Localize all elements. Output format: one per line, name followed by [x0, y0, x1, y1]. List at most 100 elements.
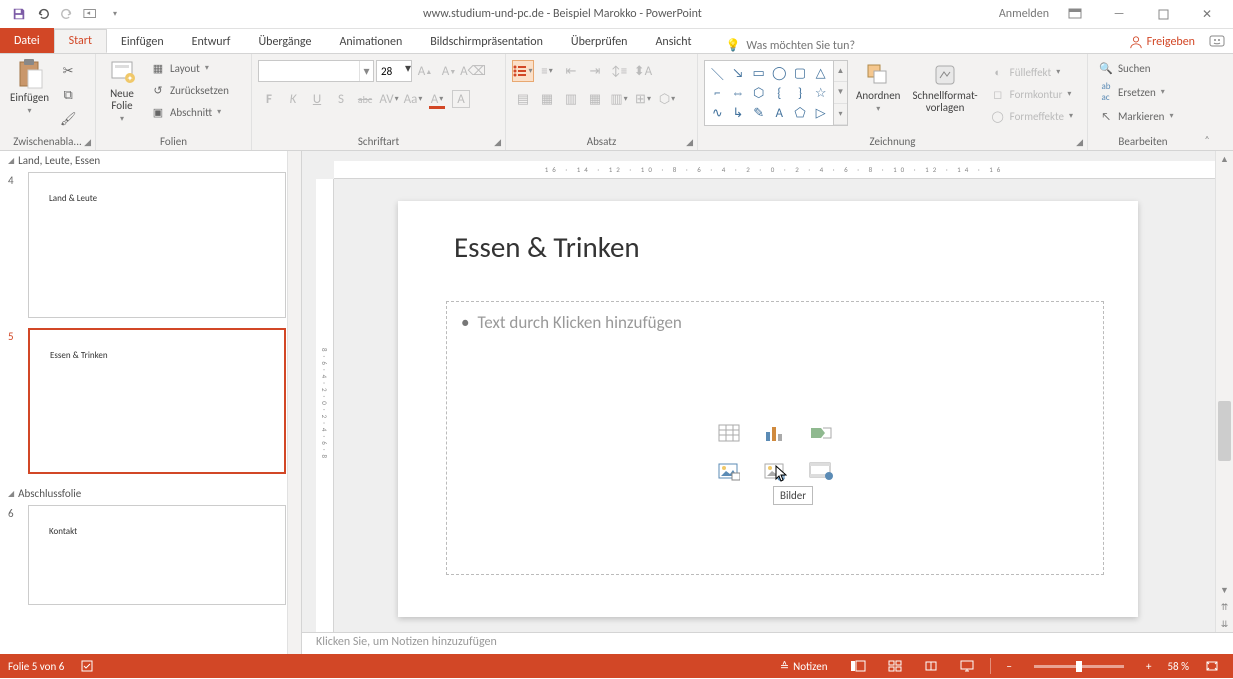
shape-star-icon[interactable]: ☆	[810, 83, 831, 103]
smartart-icon[interactable]: ⬡▾	[656, 88, 678, 110]
tab-home[interactable]: Start	[54, 29, 107, 53]
shape-effects-button[interactable]: ◯Formeffekte▾	[986, 106, 1077, 126]
tab-design[interactable]: Entwurf	[178, 31, 245, 53]
chevron-down-icon[interactable]: ▾	[359, 61, 373, 81]
tab-review[interactable]: Überprüfen	[557, 31, 642, 53]
tell-me-search[interactable]: 💡	[725, 38, 926, 53]
dialog-launcher-icon[interactable]: ◢	[494, 137, 501, 148]
shape-hexagon-icon[interactable]: ⬡	[748, 83, 769, 103]
italic-button[interactable]: K	[282, 88, 304, 110]
zoom-in-icon[interactable]: +	[1140, 660, 1157, 673]
undo-icon[interactable]	[32, 3, 54, 25]
fit-to-window-icon[interactable]	[1199, 660, 1225, 672]
next-slide-icon[interactable]: ⇊	[1216, 616, 1233, 632]
shape-doublearrow-icon[interactable]: ⇔	[728, 83, 749, 103]
decrease-font-icon[interactable]: A▼	[438, 60, 460, 82]
new-slide-button[interactable]: ✦ Neue Folie ▾	[102, 56, 142, 126]
paste-button[interactable]: Einfügen ▾	[6, 56, 53, 118]
slide-thumbnail-5[interactable]: Essen & Trinken	[28, 328, 286, 474]
insert-chart-icon[interactable]	[755, 417, 795, 449]
slide-thumbnail-4[interactable]: Land & Leute	[28, 172, 286, 318]
shape-roundrect-icon[interactable]: ▢	[790, 63, 811, 83]
tab-animations[interactable]: Animationen	[325, 31, 416, 53]
share-button[interactable]: Freigeben	[1129, 35, 1195, 49]
chevron-down-icon[interactable]: ▾	[405, 61, 411, 81]
panel-scrollbar[interactable]	[287, 151, 301, 654]
shape-triangle-icon[interactable]: △	[810, 63, 831, 83]
zoom-out-icon[interactable]: −	[1001, 660, 1018, 673]
numbering-icon[interactable]: ≡▾	[536, 60, 558, 82]
decrease-indent-icon[interactable]: ⇤	[560, 60, 582, 82]
strikethrough-button[interactable]: abc	[354, 88, 376, 110]
scrollbar-thumb[interactable]	[1218, 401, 1231, 461]
zoom-handle[interactable]	[1076, 661, 1082, 672]
scroll-down-icon[interactable]: ▼	[1216, 582, 1233, 598]
increase-indent-icon[interactable]: ⇥	[584, 60, 606, 82]
cut-icon[interactable]: ✂	[57, 60, 79, 82]
format-painter-icon[interactable]: 🖌	[57, 108, 79, 130]
vertical-scrollbar[interactable]: ▲ ▼ ⇈ ⇊	[1215, 151, 1233, 632]
font-name-combo[interactable]: ▾	[258, 60, 374, 82]
tab-view[interactable]: Ansicht	[641, 31, 705, 53]
underline-button[interactable]: U	[306, 88, 328, 110]
shape-rect-icon[interactable]: ▭	[748, 63, 769, 83]
normal-view-icon[interactable]	[844, 660, 872, 672]
shape-textbox-icon[interactable]: A	[769, 103, 790, 123]
find-button[interactable]: 🔍Suchen	[1094, 58, 1155, 78]
line-spacing-icon[interactable]: ↕≡	[608, 60, 630, 82]
shape-arrow-icon[interactable]: ↘	[728, 63, 749, 83]
ribbon-display-options-icon[interactable]	[1057, 2, 1093, 26]
shape-freeform-icon[interactable]: ✎	[748, 103, 769, 123]
shape-brace2-icon[interactable]: }	[790, 83, 811, 103]
insert-video-icon[interactable]	[801, 455, 841, 487]
copy-icon[interactable]: ⧉	[57, 84, 79, 106]
tab-slideshow[interactable]: Bildschirmpräsentation	[416, 31, 557, 53]
reset-button[interactable]: ↺Zurücksetzen	[146, 80, 233, 100]
slide-counter[interactable]: Folie 5 von 6	[8, 660, 64, 673]
zoom-slider[interactable]	[1034, 665, 1124, 668]
select-button[interactable]: ↖Markieren▾	[1094, 106, 1177, 126]
shapes-gallery[interactable]: ＼ ↘ ▭ ◯ ▢ △ ⌐ ⇔ ⬡ { } ☆ ∿ ↳ ✎ A ⬠ ▷	[704, 60, 834, 126]
notes-button[interactable]: ≙Notizen	[774, 660, 834, 673]
prev-slide-icon[interactable]: ⇈	[1216, 599, 1233, 615]
tab-file[interactable]: Datei	[0, 28, 54, 53]
clear-formatting-icon[interactable]: A⌫	[462, 60, 484, 82]
font-size-combo[interactable]: ▾	[376, 60, 412, 82]
content-placeholder[interactable]: Text durch Klicken hinzufügen Bilder	[446, 301, 1104, 575]
start-from-beginning-icon[interactable]	[80, 3, 102, 25]
insert-smartart-icon[interactable]	[801, 417, 841, 449]
section-header[interactable]: Land, Leute, Essen	[0, 151, 301, 170]
zoom-level[interactable]: 58 %	[1167, 660, 1189, 673]
dialog-launcher-icon[interactable]: ◢	[1076, 137, 1083, 148]
tab-insert[interactable]: Einfügen	[107, 31, 178, 53]
align-right-icon[interactable]: ▥	[560, 88, 582, 110]
dialog-launcher-icon[interactable]: ◢	[84, 137, 91, 148]
change-case-icon[interactable]: Aa▾	[402, 88, 424, 110]
spellcheck-icon[interactable]	[74, 659, 100, 673]
maximize-icon[interactable]	[1145, 2, 1181, 26]
text-direction-icon[interactable]: ⬍A	[632, 60, 654, 82]
insert-online-pictures-icon[interactable]	[755, 455, 795, 487]
quick-styles-button[interactable]: Schnellformat- vorlagen	[908, 60, 981, 116]
notes-pane[interactable]: Klicken Sie, um Notizen hinzuzufügen	[302, 632, 1233, 654]
shape-callout-icon[interactable]: ⬠	[790, 103, 811, 123]
bold-button[interactable]: F	[258, 88, 280, 110]
font-color-icon[interactable]: A▾	[426, 88, 448, 110]
shape-oval-icon[interactable]: ◯	[769, 63, 790, 83]
shape-curve-icon[interactable]: ∿	[707, 103, 728, 123]
reading-view-icon[interactable]	[918, 660, 944, 672]
scroll-up-icon[interactable]: ▲	[1216, 151, 1233, 167]
insert-pictures-icon[interactable]	[709, 455, 749, 487]
highlight-icon[interactable]: A	[450, 88, 472, 110]
slide-canvas[interactable]: Essen & Trinken Text durch Klicken hinzu…	[398, 201, 1138, 617]
justify-icon[interactable]: ▦	[584, 88, 606, 110]
increase-font-icon[interactable]: A▲	[414, 60, 436, 82]
shape-fill-button[interactable]: ◐Fülleffekt▾	[986, 62, 1077, 82]
columns-icon[interactable]: ▥▾	[608, 88, 630, 110]
shapes-gallery-scroll[interactable]: ▲ ▼ ▾	[834, 60, 848, 126]
dialog-launcher-icon[interactable]: ◢	[686, 137, 693, 148]
expand-gallery-icon[interactable]: ▾	[834, 104, 847, 125]
signin-button[interactable]: Anmelden	[999, 2, 1049, 26]
font-name-input[interactable]	[259, 61, 359, 81]
layout-button[interactable]: ▦Layout▾	[146, 58, 233, 78]
